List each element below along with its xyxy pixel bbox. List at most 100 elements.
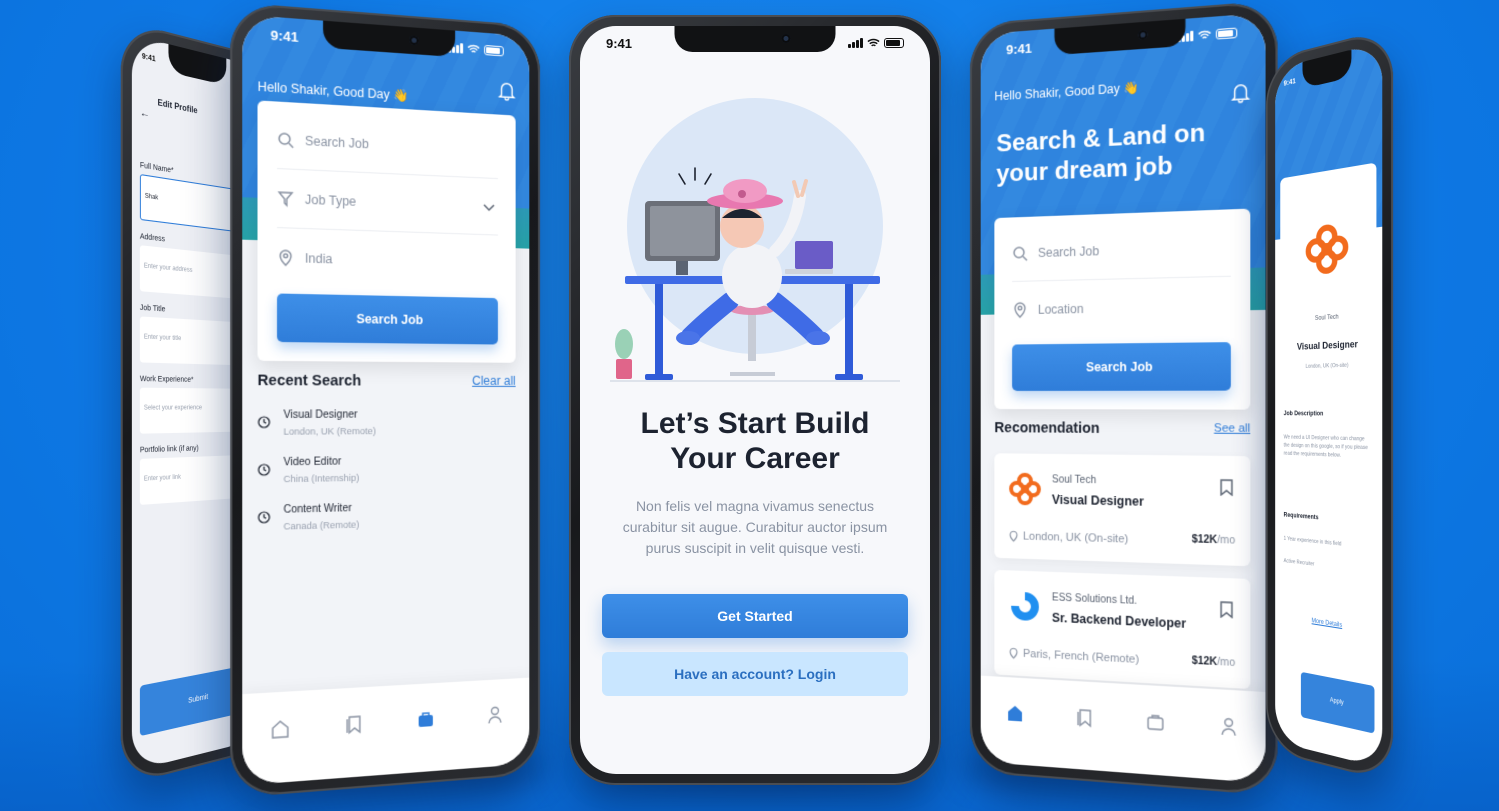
wifi-icon (1198, 29, 1212, 40)
job-card[interactable]: ESS Solutions Ltd. Sr. Backend Developer… (994, 569, 1251, 690)
job-card[interactable]: Soul Tech Visual Designer London, UK (On… (994, 453, 1251, 567)
bookmark-icon[interactable] (1220, 601, 1233, 618)
job-description-title: Job Description (1283, 411, 1324, 418)
get-started-button[interactable]: Get Started (602, 594, 908, 638)
status-time: 9:41 (141, 52, 156, 64)
salary-period: /mo (1217, 534, 1236, 547)
briefcase-icon[interactable] (415, 709, 435, 731)
page-title: Edit Profile (157, 97, 198, 116)
recent-search-title: Recent Search (257, 371, 362, 389)
job-location: Paris, French (Remote) (1008, 647, 1139, 666)
home-headline: Search & Land on your dream job (996, 119, 1206, 188)
wifi-icon (867, 38, 880, 47)
phone-home-screen: 9:41 Hello Shakir, Good Day 👋 Search & L… (970, 0, 1278, 796)
recent-search-item[interactable]: Video Editor China (Internship) (258, 454, 516, 505)
soul-tech-logo-icon (1304, 220, 1349, 277)
screen: 9:41 Hello Shakir, Good Day 👋 Search & L… (980, 12, 1266, 784)
recent-search-item[interactable]: Content Writer Canada (Remote) (258, 500, 516, 553)
job-title: Visual Designer (1051, 492, 1144, 509)
job-salary: $12K/mo (1192, 655, 1235, 669)
clock-icon (258, 511, 271, 524)
experience-value: Select your experience (143, 405, 202, 412)
job-description-text: We need a UI Designer who can change the… (1283, 434, 1368, 459)
back-arrow-icon[interactable]: ← (140, 107, 150, 121)
headline-line-1: Let’s Start Build (640, 407, 870, 440)
search-card: Search Job Location Search Job (994, 208, 1251, 410)
search-input[interactable]: Search Job (1012, 217, 1231, 282)
status-icons (848, 38, 904, 48)
search-job-button[interactable]: Search Job (1012, 342, 1231, 391)
filter-icon (277, 190, 294, 208)
search-input[interactable]: Search Job (277, 109, 498, 180)
phone-onboarding: 9:41 Let’s Start Build Your Career Non f… (569, 15, 941, 785)
onboarding-headline: Let’s Start Build Your Career (580, 406, 930, 476)
location-placeholder: Location (1037, 301, 1084, 317)
phone-job-detail: 9:41 Soul Tech Visual Designer London, U… (1266, 27, 1394, 783)
location-pin-icon (1008, 530, 1019, 542)
bell-icon[interactable] (498, 80, 516, 101)
recent-item-sub: China (Internship) (283, 472, 360, 485)
status-time: 9:41 (606, 35, 633, 51)
tab-bar (242, 677, 530, 786)
wifi-icon (467, 44, 480, 55)
search-job-button[interactable]: Search Job (277, 293, 498, 345)
camera (1138, 29, 1149, 40)
location-pin-icon (1008, 647, 1019, 660)
search-placeholder: Search Job (1037, 243, 1100, 260)
job-location-text: London, UK (On-site) (1022, 530, 1129, 546)
notch (674, 26, 836, 52)
location-pin-icon (1012, 302, 1028, 318)
onboarding-subtext: Non felis vel magna vivamus senectus cur… (622, 498, 888, 556)
phone-search-screen: 9:41 Hello Shakir, Good Day 👋 Search Job… (230, 1, 540, 799)
search-card: Search Job Job Type India Search Job (257, 100, 516, 363)
screen: 9:41 Hello Shakir, Good Day 👋 Search Job… (242, 14, 530, 786)
recent-search-list: Visual Designer London, UK (Remote) Video… (258, 409, 516, 552)
status-time: 9:41 (270, 26, 299, 45)
location-pin-icon (277, 249, 294, 266)
see-all-link[interactable]: See all (1214, 422, 1250, 435)
login-button[interactable]: Have an account? Login (602, 652, 908, 696)
career-illustration (580, 76, 930, 396)
bookmark-icon[interactable] (1074, 706, 1094, 728)
battery-icon (1215, 27, 1238, 40)
home-icon[interactable] (1005, 702, 1025, 723)
recent-item-sub: Canada (Remote) (283, 519, 360, 532)
salary-period: /mo (1217, 656, 1236, 670)
ess-solutions-logo-icon (1011, 591, 1039, 622)
recent-search-item[interactable]: Visual Designer London, UK (Remote) (258, 409, 516, 457)
headline-line-2: Your Career (670, 442, 840, 475)
job-title: Sr. Backend Developer (1051, 610, 1187, 632)
location-input[interactable]: Location (1012, 277, 1231, 339)
bell-icon[interactable] (1231, 82, 1250, 104)
recent-item-title: Content Writer (283, 502, 352, 516)
location-value: India (304, 251, 333, 267)
profile-icon[interactable] (485, 704, 505, 725)
location-input[interactable]: India (277, 228, 498, 292)
screen: 9:41 Soul Tech Visual Designer London, U… (1275, 41, 1383, 769)
job-company: ESS Solutions Ltd. (1051, 592, 1138, 608)
job-salary: $12K/mo (1192, 534, 1235, 547)
battery-icon (884, 38, 904, 48)
tab-bar (980, 675, 1266, 784)
salary-amount: $12K (1191, 655, 1218, 669)
job-type-select[interactable]: Job Type (277, 169, 498, 236)
job-location: London, UK (On-site) (1008, 530, 1128, 546)
home-icon[interactable] (269, 718, 291, 740)
clock-icon (258, 416, 271, 429)
job-location-text: Paris, French (Remote) (1022, 647, 1140, 667)
status-icons (1177, 27, 1238, 43)
signal-icon (848, 38, 863, 48)
clear-all-link[interactable]: Clear all (472, 374, 516, 388)
briefcase-icon[interactable] (1144, 711, 1165, 733)
camera (409, 35, 419, 46)
status-time: 9:41 (1006, 39, 1032, 57)
profile-icon[interactable] (1217, 716, 1239, 738)
search-icon (1012, 245, 1028, 262)
clock-icon (258, 463, 271, 476)
chevron-down-icon (482, 199, 496, 214)
battery-icon (484, 44, 504, 57)
bookmark-icon[interactable] (343, 713, 364, 735)
status-time: 9:41 (1283, 77, 1296, 88)
status-icons (448, 42, 504, 57)
bookmark-icon[interactable] (1220, 479, 1233, 496)
